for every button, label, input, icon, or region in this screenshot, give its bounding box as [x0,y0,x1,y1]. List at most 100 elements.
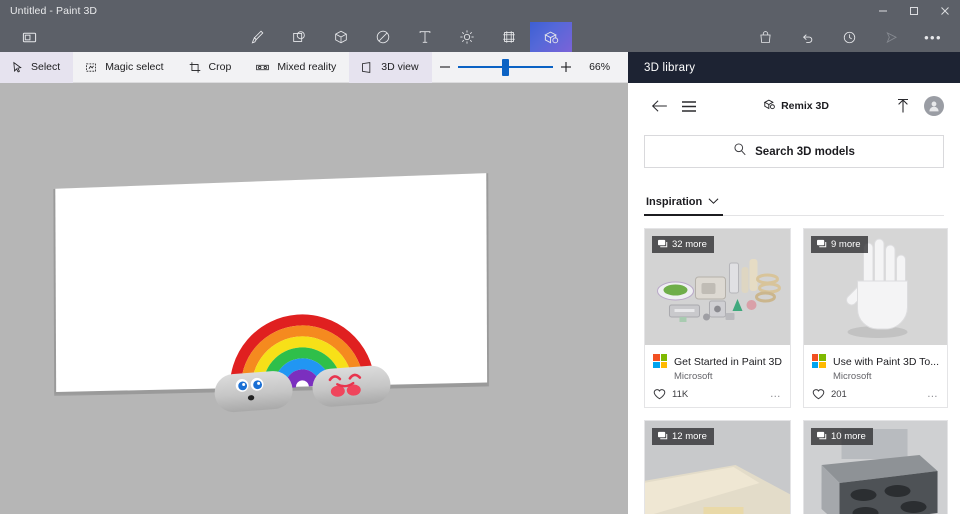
search-3d-models-button[interactable]: Search 3D models [644,135,944,168]
main-toolbar: ••• [0,22,960,52]
search-section: Search 3D models [628,129,960,168]
search-label: Search 3D models [755,145,855,158]
more-badge-label: 10 more [830,431,866,442]
library-panel: 3D library Remix 3D Search 3D models Ins… [628,52,960,514]
card-author: Microsoft [832,371,872,382]
account-avatar[interactable] [924,96,944,116]
toolbar-right-group: ••• [744,22,954,52]
more-badge-label: 12 more [672,431,707,442]
ellipsis-icon: ••• [924,29,942,45]
paint-3d-window: Untitled - Paint 3D ••• Select Magic sel… [0,0,960,514]
library-title: 3D library [644,61,696,74]
microsoft-logo-icon [811,354,826,368]
card-more-button[interactable]: … [927,388,939,400]
undo-button[interactable] [786,22,828,52]
window-title: Untitled - Paint 3D [10,5,98,17]
card-author: Microsoft [674,371,713,382]
more-badge[interactable]: 32 more [652,236,714,253]
layers-icon [816,431,827,443]
microsoft-logo-icon [653,354,667,368]
zoom-slider-thumb[interactable] [501,58,509,76]
card-titles: Use with Paint 3D To... Microsoft [833,352,939,382]
minimize-button[interactable] [867,0,898,22]
redo-button[interactable] [828,22,870,52]
card-more-button[interactable]: … [770,388,782,400]
card-get-started-in-paint-3d[interactable]: 32 more Get Started in Paint 3D Microsof… [644,228,791,408]
more-badge[interactable]: 12 more [652,428,714,445]
more-options-button[interactable]: ••• [912,22,954,52]
back-button[interactable] [644,91,674,121]
magic-select-icon [84,61,98,74]
heart-icon[interactable] [812,388,825,400]
view-3d-icon [360,61,374,74]
cloud-left [214,371,293,413]
brushes-tool[interactable] [236,22,278,52]
zoom-controls: 66% [432,52,653,83]
title-bar: Untitled - Paint 3D [0,0,960,22]
upload-button[interactable] [888,91,918,121]
hamburger-menu-button[interactable] [674,91,704,121]
canvas-tool[interactable] [488,22,530,52]
text-tool[interactable] [404,22,446,52]
card-footer: 11K … [645,382,790,407]
select-button[interactable]: Select [0,51,74,83]
tab-inspiration[interactable]: Inspiration [644,196,724,216]
zoom-out-button[interactable] [432,52,458,83]
cursor-select-icon [11,61,24,74]
card-use-with-paint-3d-tools[interactable]: 9 more Use with Paint 3D To... Microsoft [802,228,949,408]
mixed-reality-button[interactable]: Mixed reality [244,52,349,83]
menu-button[interactable] [8,22,50,52]
toolbar-left-group [8,22,50,52]
more-badge-label: 9 more [830,239,861,250]
remix-3d-brand[interactable]: Remix 3D [704,98,888,114]
card-footer: 201 … [804,382,947,407]
remix-shop-button[interactable] [744,22,786,52]
crop-label: Crop [208,61,232,73]
card-title: Use with Paint 3D To... [832,356,940,368]
close-button[interactable] [929,0,960,22]
layers-icon [657,431,668,443]
chevron-down-icon [708,196,719,208]
like-count: 201 [830,388,847,400]
select-label: Select [31,61,61,73]
zoom-percentage: 66% [589,61,611,73]
layers-icon [657,239,668,251]
stickers-tool[interactable] [362,22,404,52]
crop-button[interactable]: Crop [177,52,245,83]
window-controls [867,0,960,22]
card-thumbnail[interactable]: 12 more [645,421,790,514]
library-3d-tool[interactable] [530,22,572,52]
mixed-reality-icon [255,61,270,74]
more-badge[interactable]: 10 more [810,428,873,445]
card-thumbnail[interactable]: 10 more [803,421,948,514]
card-third-item[interactable]: 12 more [644,420,791,514]
mixed-reality-label: Mixed reality [277,61,337,73]
zoom-in-button[interactable] [553,52,579,83]
card-meta: Use with Paint 3D To... Microsoft [804,345,947,382]
library-header: 3D library [628,52,960,83]
more-badge[interactable]: 9 more [810,236,868,253]
zoom-slider[interactable] [457,52,553,83]
artwork-rainbow-with-clouds[interactable] [188,287,412,423]
like-count: 11K [672,388,689,400]
remix-3d-label: Remix 3D [781,100,829,112]
card-thumbnail[interactable]: 32 more [645,229,790,345]
share-button[interactable] [870,22,912,52]
shapes-2d-tool[interactable] [278,22,320,52]
view-3d-button[interactable]: 3D view [349,51,432,83]
heart-icon[interactable] [653,388,666,400]
card-fourth-item[interactable]: 10 more [802,420,949,514]
shapes-3d-tool[interactable] [320,22,362,52]
layers-icon [816,239,827,251]
more-badge-label: 32 more [672,239,707,250]
effects-tool[interactable] [446,22,488,52]
card-title: Get Started in Paint 3D [674,356,782,368]
canvas-workspace[interactable] [0,83,628,514]
card-thumbnail[interactable]: 9 more [803,229,948,345]
maximize-button[interactable] [898,0,929,22]
cloud-right [312,365,391,407]
magic-select-label: Magic select [105,61,164,73]
magic-select-button[interactable]: Magic select [73,52,176,83]
card-titles: Get Started in Paint 3D Microsoft [674,352,782,382]
models-grid: 32 more Get Started in Paint 3D Microsof… [628,216,960,514]
